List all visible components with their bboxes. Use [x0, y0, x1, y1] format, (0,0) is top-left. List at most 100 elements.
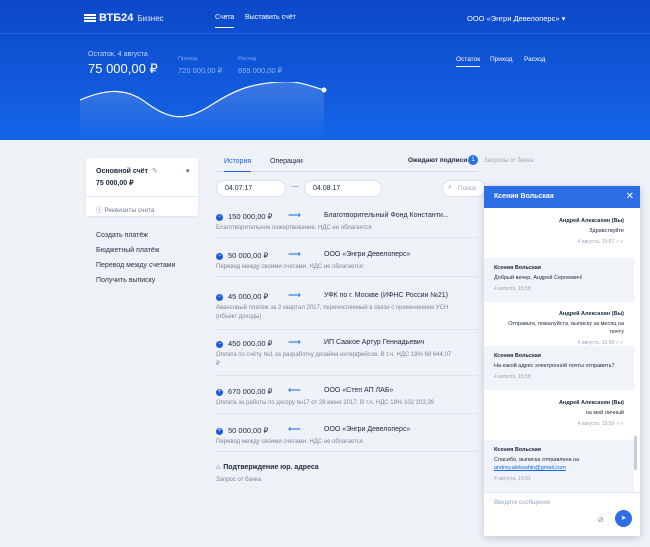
message-author: Андрей Алексахин (Вы)	[558, 218, 624, 224]
transaction-counterparty: ИП Саакое Артур Геннадьевич	[324, 339, 425, 346]
double-check-icon: ✓✓	[615, 239, 624, 245]
info-icon: ⓘ	[96, 207, 103, 214]
transaction-description: Перевод между своими счетами. НДС не обл…	[216, 264, 363, 270]
balance-wave-chart	[79, 82, 327, 140]
transaction-row[interactable]: + 50 000,00 ₽ ⟵ ООО «Энгри Девелоперс» П…	[216, 424, 478, 452]
balance-hero: ВТБ24 Бизнес Счета Выставить счёт ООО «Э…	[0, 0, 650, 140]
chat-window: Ксения Вольская ✕ Андрей Алексахин (Вы) …	[484, 186, 640, 536]
tab-history[interactable]: История	[224, 158, 252, 172]
transaction-counterparty: Благотворительный Фонд Константи...	[324, 212, 449, 219]
nav-accounts[interactable]: Счета	[215, 14, 235, 28]
paperclip-icon[interactable]: ⌀	[598, 514, 603, 525]
message-text: Добрый вечер, Андрей Сергеевич!	[494, 275, 583, 281]
transaction-counterparty: ООО «Энгри Девелоперс»	[324, 426, 411, 433]
message-author: Андрей Алексахин (Вы)	[558, 311, 624, 317]
email-link[interactable]: andrey.aleksahin@gmail.com	[494, 464, 624, 472]
income-label: Приход	[178, 56, 197, 62]
message-time: 4 августа, 15:57 ✓✓	[577, 239, 624, 245]
minus-icon: −	[216, 253, 223, 260]
send-icon: ➤	[620, 515, 627, 522]
transaction-description: Благотворительное пожертвование. НДС не …	[216, 225, 372, 231]
transaction-counterparty: УФК по г. Москве (ИФНС России №21)	[324, 292, 449, 299]
account-amount: 75 000,00 ₽	[96, 180, 134, 187]
close-icon[interactable]: ✕	[626, 191, 634, 202]
chart-tab-expense[interactable]: Расход	[524, 56, 545, 63]
confirm-subtitle: Запрос от банка	[216, 477, 262, 483]
chat-scrollbar[interactable]	[634, 436, 637, 470]
arrow-right-icon: ⟶	[288, 210, 301, 220]
arrow-left-icon: ⟵	[288, 424, 301, 434]
balance-value: 75 000,00 ₽	[88, 61, 158, 76]
nav-issue-invoice[interactable]: Выставить счёт	[245, 14, 296, 21]
date-from-field[interactable]: 04.07.17	[216, 180, 286, 197]
transaction-row[interactable]: − 450 000,00 ₽ ⟶ ИП Саакое Артур Геннадь…	[216, 337, 478, 376]
search-icon: ⌕	[448, 184, 452, 191]
pending-count-badge: 1	[468, 155, 478, 165]
double-check-icon: ✓✓	[615, 421, 624, 427]
budget-payment-link[interactable]: Бюджетный платёж	[96, 247, 159, 254]
chart-tab-income[interactable]: Приход	[490, 56, 512, 63]
expense-value: 695 000,00 ₽	[238, 66, 283, 75]
message-time: 4 августа, 15:58	[494, 286, 531, 292]
chat-messages: Андрей Алексахин (Вы) Здравствуйте 4 авг…	[484, 208, 640, 496]
message-text: Спасибо, выписка отправлена на	[494, 457, 580, 463]
search-input[interactable]: ⌕ Поиск	[442, 180, 486, 197]
plus-icon: +	[216, 389, 223, 396]
transaction-row[interactable]: + 670 000,00 ₽ ⟵ ООО «Степ АП ЛАБ» Оплат…	[216, 385, 478, 414]
date-to-field[interactable]: 04.08.17	[304, 180, 382, 197]
message-time: 4 августа, 15:58	[494, 374, 531, 380]
transaction-row[interactable]: − 150 000,00 ₽ ⟶ Благотворительный Фонд …	[216, 210, 478, 238]
transfer-between-accounts-link[interactable]: Перевод между счетами	[96, 262, 175, 269]
account-card[interactable]: Основной счёт ✎ ▾ 75 000,00 ₽ ⓘ Реквизит…	[86, 158, 198, 216]
message-text: на мой личный	[585, 410, 624, 416]
transaction-counterparty: ООО «Энгри Девелоперс»	[324, 251, 411, 258]
requisites-link[interactable]: ⓘ Реквизиты счета	[86, 196, 198, 216]
chat-message: Ксения Вольская Добрый вечер, Андрей Сер…	[484, 258, 634, 302]
minus-icon: −	[216, 214, 223, 221]
transaction-counterparty: ООО «Степ АП ЛАБ»	[324, 387, 394, 394]
transaction-amount: 50 000,00 ₽	[228, 251, 269, 260]
date-range-dash: —	[292, 183, 299, 190]
message-text: Отправьте, пожалуйста, выписку за месяц …	[508, 321, 624, 335]
send-button[interactable]: ➤	[615, 510, 632, 527]
arrow-right-icon: ⟶	[288, 337, 301, 347]
tab-operations[interactable]: Операции	[270, 158, 303, 165]
caret-down-icon[interactable]: ▾	[186, 167, 190, 175]
transaction-amount: 45 000,00 ₽	[228, 292, 269, 301]
tab-pending-signature[interactable]: Ожидают подписи	[408, 157, 467, 164]
transaction-row[interactable]: − 45 000,00 ₽ ⟶ УФК по г. Москве (ИФНС Р…	[216, 290, 478, 330]
create-payment-link[interactable]: Создать платёж	[96, 232, 148, 239]
brand-name: ВТБ24	[99, 12, 134, 24]
pencil-icon[interactable]: ✎	[152, 167, 158, 175]
transaction-description: Оплата по счёту №1 за разработку дизайна…	[216, 352, 452, 367]
org-name: ООО «Энгри Девелоперс»	[467, 14, 560, 23]
chevron-down-icon: ▾	[561, 14, 566, 23]
chat-message: Ксения Вольская На какой адрес электронн…	[484, 346, 634, 390]
message-author: Ксения Вольская	[494, 353, 541, 359]
vtb-logo-icon	[84, 14, 96, 22]
expense-label: Расход	[238, 56, 257, 62]
chat-message: Ксения Вольская Спасибо, выписка отправл…	[484, 440, 634, 492]
get-statement-link[interactable]: Получить выписку	[96, 277, 155, 284]
tab-bank-requests[interactable]: Запросы от банка	[484, 158, 534, 164]
message-text: На какой адрес электронной почты отправи…	[494, 363, 615, 369]
message-author: Ксения Вольская	[494, 265, 541, 271]
transaction-description: Оплата за работы по догору №17 от 28 июн…	[216, 400, 435, 406]
chat-message: Андрей Алексахин (Вы) Отправьте, пожалуй…	[484, 311, 634, 346]
brand-logo[interactable]: ВТБ24 Бизнес	[84, 12, 164, 24]
transaction-row[interactable]: − 50 000,00 ₽ ⟶ ООО «Энгри Девелоперс» П…	[216, 249, 478, 277]
org-selector[interactable]: ООО «Энгри Девелоперс» ▾	[467, 14, 565, 23]
confirm-address-request[interactable]: ⌂ Подтверждение юр. адреса	[216, 464, 319, 471]
transaction-description: Авансовый платеж за 2 квартал 2017, пере…	[216, 305, 449, 320]
transaction-amount: 450 000,00 ₽	[228, 339, 273, 348]
brand-sub: Бизнес	[137, 13, 164, 23]
requisites-label: Реквизиты счета	[104, 207, 155, 214]
balance-label: Остаток, 4 августа	[88, 51, 148, 58]
transaction-amount: 50 000,00 ₽	[228, 426, 269, 435]
transaction-description: Перевод между своими счетами. НДС не обл…	[216, 439, 363, 445]
income-value: 720 000,00 ₽	[178, 66, 223, 75]
plus-icon: +	[216, 428, 223, 435]
transaction-amount: 670 000,00 ₽	[228, 387, 273, 396]
top-bar: ВТБ24 Бизнес Счета Выставить счёт ООО «Э…	[0, 0, 650, 34]
chart-tab-balance[interactable]: Остаток	[456, 56, 481, 67]
